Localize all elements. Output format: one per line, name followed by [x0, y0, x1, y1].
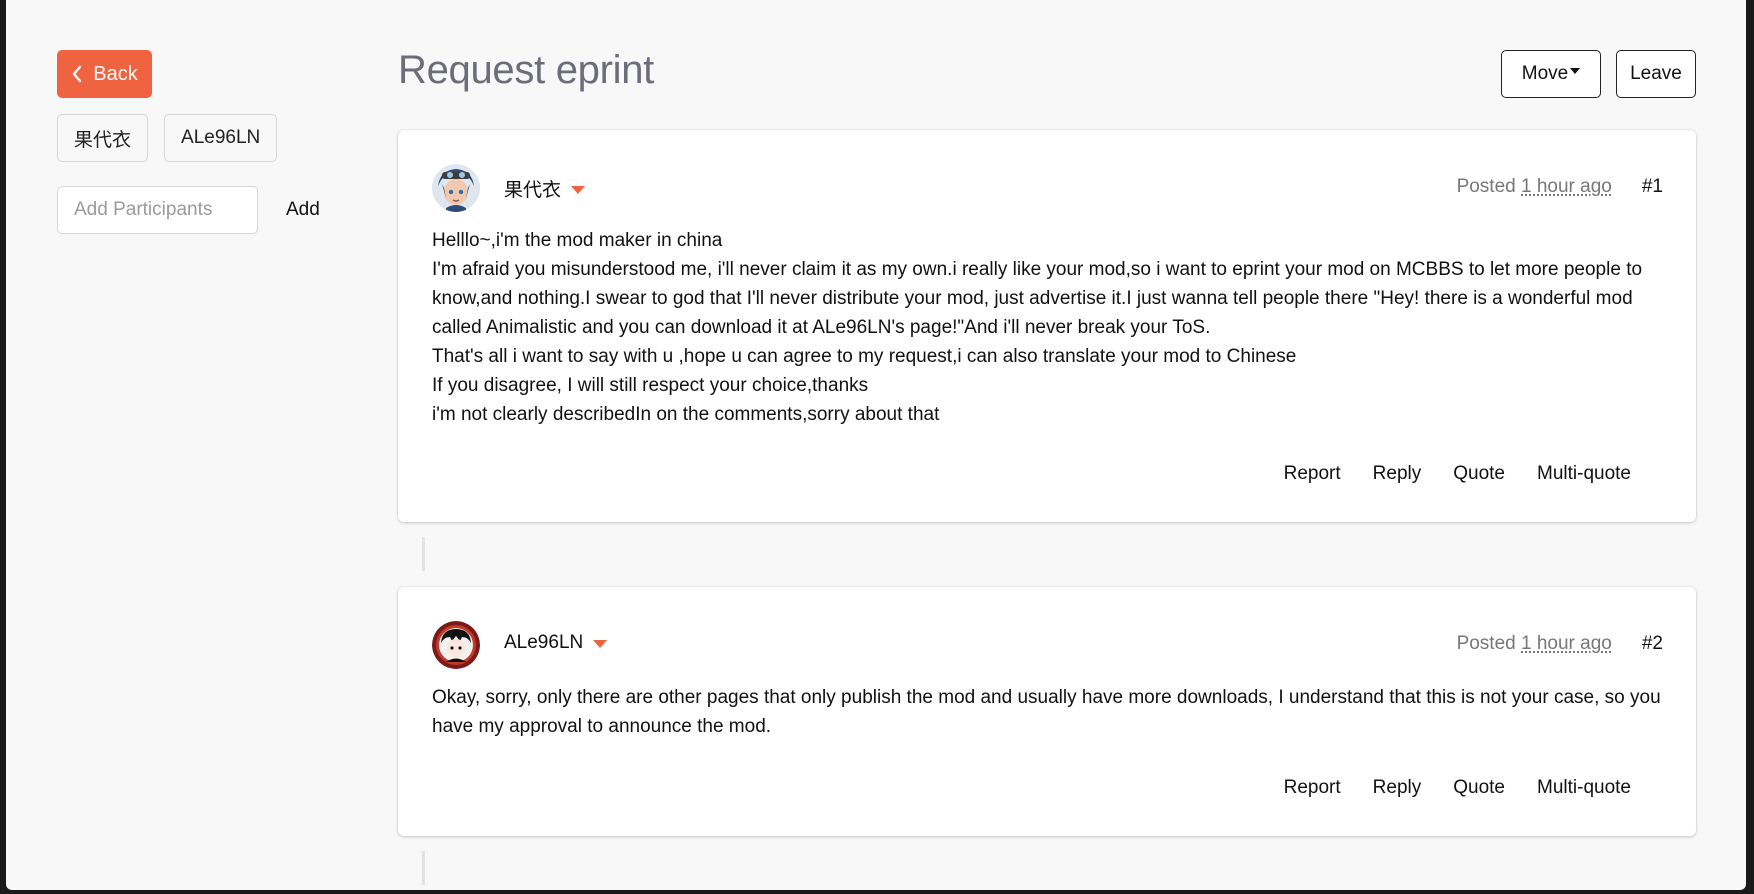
add-participants-input[interactable]	[57, 186, 258, 234]
leave-button[interactable]: Leave	[1616, 50, 1696, 98]
back-button[interactable]: Back	[57, 50, 152, 98]
post-timestamp: Posted 1 hour ago	[1457, 176, 1612, 198]
avatar-image	[432, 164, 480, 212]
quote-button[interactable]: Quote	[1453, 463, 1505, 485]
post-line: Helllo~,i'm the mod maker in china	[432, 230, 723, 251]
chevron-left-icon	[73, 65, 82, 83]
post-number[interactable]: #2	[1642, 633, 1663, 655]
posted-label: Posted	[1456, 176, 1516, 197]
move-label: Move	[1521, 63, 1569, 84]
post-body: Okay, sorry, only there are other pages …	[432, 683, 1663, 741]
avatar-image	[432, 621, 480, 669]
post-body: Helllo~,i'm the mod maker in china I'm a…	[432, 226, 1663, 429]
post-line: i'm not clearly describedIn on the comme…	[432, 404, 940, 425]
multi-quote-button[interactable]: Multi-quote	[1537, 463, 1631, 485]
posted-label: Posted	[1456, 633, 1516, 654]
participant-chip[interactable]: 果代衣	[57, 114, 149, 162]
avatar[interactable]	[432, 621, 480, 669]
post-author[interactable]: ALe96LN	[504, 632, 608, 654]
post-meta: Posted 1 hour ago #2	[1457, 633, 1663, 655]
participant-list: 果代衣 ALe96LN	[57, 114, 278, 162]
post-actions: Report Reply Quote Multi-quote	[1284, 777, 1631, 799]
thread-connector	[422, 851, 425, 885]
post-author[interactable]: 果代衣	[504, 175, 586, 202]
add-participant-button[interactable]: Add	[286, 199, 320, 221]
post-line: Okay, sorry, only there are other pages …	[432, 687, 1661, 737]
report-button[interactable]: Report	[1284, 463, 1341, 485]
post-actions: Report Reply Quote Multi-quote	[1284, 463, 1631, 485]
back-label: Back	[93, 62, 138, 85]
post-timestamp: Posted 1 hour ago	[1457, 633, 1612, 655]
post-line: That's all i want to say with u ,hope u …	[432, 346, 1297, 367]
post-line: I'm afraid you misunderstood me, i'll ne…	[432, 259, 1643, 338]
thread-connector	[422, 537, 425, 571]
multi-quote-button[interactable]: Multi-quote	[1537, 777, 1631, 799]
participant-chip[interactable]: ALe96LN	[164, 114, 278, 162]
post-time: 1 hour ago	[1521, 633, 1612, 654]
caret-down-icon	[593, 640, 608, 648]
message-post: 果代衣 Posted 1 hour ago #1 Helllo~,i'm the…	[398, 130, 1696, 522]
quote-button[interactable]: Quote	[1453, 777, 1505, 799]
message-post: ALe96LN Posted 1 hour ago #2 Okay, sorry…	[398, 587, 1696, 836]
report-button[interactable]: Report	[1284, 777, 1341, 799]
author-name: ALe96LN	[504, 632, 584, 653]
author-name: 果代衣	[504, 180, 562, 201]
page-title: Request eprint	[398, 48, 654, 92]
caret-down-icon	[571, 185, 586, 194]
post-line: If you disagree, I will still respect yo…	[432, 375, 869, 396]
post-meta: Posted 1 hour ago #1	[1457, 176, 1663, 198]
post-number[interactable]: #1	[1642, 176, 1663, 198]
app-frame: Back 果代衣 ALe96LN Add Request eprint Move…	[6, 0, 1746, 890]
move-button[interactable]: Move	[1501, 50, 1601, 98]
caret-down-icon	[1570, 68, 1581, 74]
reply-button[interactable]: Reply	[1373, 463, 1422, 485]
post-time: 1 hour ago	[1521, 176, 1612, 197]
reply-button[interactable]: Reply	[1373, 777, 1422, 799]
avatar[interactable]	[432, 164, 480, 212]
add-participant-row: Add	[57, 186, 320, 234]
